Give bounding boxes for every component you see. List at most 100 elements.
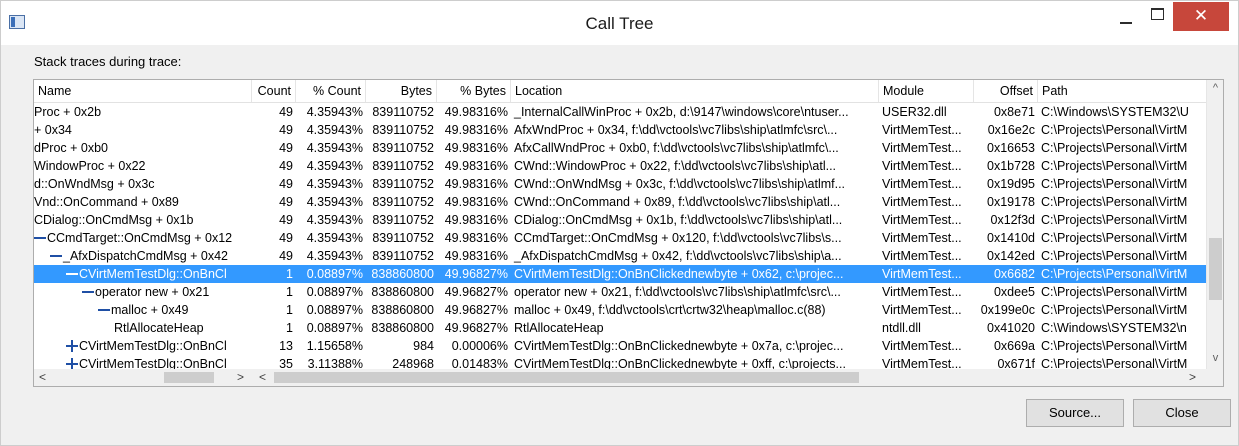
source-button[interactable]: Source... [1026,399,1124,427]
table-row[interactable]: operator new + 0x21 1 0.08897% 838860800 49.… [34,283,1206,301]
module-cell: VirtMemTest... [882,213,962,227]
path-cell: C:\Projects\Personal\VirtM [1041,267,1188,281]
column-header-count[interactable]: Count [252,80,296,102]
bytes-cell: 839110752 [372,159,434,173]
row-name-label: RtlAllocateHeap [114,321,204,335]
expand-icon[interactable] [66,357,78,370]
name-scroll-left-arrow-icon[interactable]: < [34,369,51,386]
collapse-icon[interactable] [82,286,94,298]
module-cell: VirtMemTest... [882,141,962,155]
row-name-label: d::OnWndMsg + 0x3c [34,177,155,191]
grid-scroll-thumb[interactable] [274,372,859,383]
bytes-cell: 839110752 [372,105,434,119]
window-title: Call Tree [585,14,654,33]
name-cell: + 0x34 [34,121,252,139]
table-row[interactable]: d::OnWndMsg + 0x3c 49 4.35943% 839110752 49.… [34,175,1206,193]
module-cell: VirtMemTest... [882,159,962,173]
row-name-label: malloc + 0x49 [111,303,189,317]
name-cell: _AfxDispatchCmdMsg + 0x42 [34,247,252,265]
scroll-down-arrow-icon[interactable]: v [1207,350,1223,367]
name-cell: d::OnWndMsg + 0x3c [34,175,252,193]
column-header-bytes[interactable]: Bytes [366,80,437,102]
pct-bytes-cell: 49.98316% [444,141,508,155]
offset-cell: 0x19d95 [987,177,1035,191]
pct-count-cell: 4.35943% [306,213,363,227]
table-row[interactable]: RtlAllocateHeap 1 0.08897% 838860800 49.9682… [34,319,1206,337]
name-scroll-thumb[interactable] [164,372,214,383]
offset-cell: 0x199e0c [980,303,1035,317]
table-row[interactable]: _AfxDispatchCmdMsg + 0x42 49 4.35943% 83911… [34,247,1206,265]
pct-count-cell: 0.08897% [306,303,363,317]
offset-cell: 0x1b728 [987,159,1035,173]
table-row[interactable]: CVirtMemTestDlg::OnBnCl 13 1.15658% 984 0.00… [34,337,1206,355]
close-window-button[interactable]: ✕ [1173,2,1229,31]
table-row[interactable]: malloc + 0x49 1 0.08897% 838860800 49.96827%… [34,301,1206,319]
count-cell: 49 [279,231,293,245]
module-cell: VirtMemTest... [882,303,962,317]
table-row[interactable]: CDialog::OnCmdMsg + 0x1b 49 4.35943% 839110… [34,211,1206,229]
column-header-path[interactable]: Path [1038,80,1206,102]
table-row[interactable]: Vnd::OnCommand + 0x89 49 4.35943% 839110752… [34,193,1206,211]
maximize-button[interactable] [1144,1,1172,31]
pct-bytes-cell: 49.98316% [444,249,508,263]
collapse-icon[interactable] [50,250,62,262]
grid-scroll-right-arrow-icon[interactable]: > [1184,369,1201,386]
vertical-scroll-thumb[interactable] [1209,238,1222,300]
row-name-label: CVirtMemTestDlg::OnBnCl [79,267,227,281]
table-row[interactable]: WindowProc + 0x22 49 4.35943% 839110752 49.9… [34,157,1206,175]
bytes-cell: 839110752 [372,177,434,191]
pct-bytes-cell: 49.98316% [444,213,508,227]
column-header-pct-bytes[interactable]: % Bytes [437,80,511,102]
count-cell: 49 [279,105,293,119]
location-cell: RtlAllocateHeap [514,321,604,335]
path-cell: C:\Projects\Personal\VirtM [1041,177,1188,191]
pct-bytes-cell: 49.98316% [444,105,508,119]
pct-count-cell: 4.35943% [306,105,363,119]
count-cell: 49 [279,177,293,191]
vertical-scrollbar[interactable]: ^ v [1206,80,1223,369]
location-cell: _InternalCallWinProc + 0x2b, d:\9147\win… [514,105,849,119]
horizontal-scrollbar[interactable]: < > < > [34,369,1223,386]
count-cell: 13 [279,339,293,353]
pct-count-cell: 0.08897% [306,321,363,335]
pct-bytes-cell: 49.98316% [444,195,508,209]
bytes-cell: 838860800 [371,303,434,317]
pct-count-cell: 4.35943% [306,195,363,209]
offset-cell: 0x1410d [987,231,1035,245]
name-scroll-right-arrow-icon[interactable]: > [232,369,249,386]
row-name-label: _AfxDispatchCmdMsg + 0x42 [63,249,229,263]
table-row[interactable]: Proc + 0x2b 49 4.35943% 839110752 49.98316% _… [34,103,1206,121]
offset-cell: 0xdee5 [993,285,1035,299]
table-row[interactable]: CCmdTarget::OnCmdMsg + 0x12 49 4.35943% 839… [34,229,1206,247]
name-cell: operator new + 0x21 [34,283,252,301]
grid-scroll-left-arrow-icon[interactable]: < [254,369,271,386]
table-row[interactable]: dProc + 0xb0 49 4.35943% 839110752 49.98316%… [34,139,1206,157]
collapse-icon[interactable] [34,232,46,244]
close-button[interactable]: Close [1133,399,1231,427]
offset-cell: 0x669a [993,339,1035,353]
collapse-icon[interactable] [66,268,78,280]
column-header-name[interactable]: Name [34,80,252,102]
collapse-icon[interactable] [98,304,110,316]
expand-icon[interactable] [66,339,78,352]
location-cell: CWnd::OnWndMsg + 0x3c, f:\dd\vctools\vc7… [514,177,846,191]
count-cell: 49 [279,141,293,155]
minimize-button[interactable] [1113,1,1141,31]
column-header-location[interactable]: Location [511,80,879,102]
name-cell: CVirtMemTestDlg::OnBnCl [34,337,252,355]
location-cell: _AfxDispatchCmdMsg + 0x42, f:\dd\vctools… [514,249,842,263]
table-row[interactable]: CVirtMemTestDlg::OnBnCl 1 0.08897% 83886080… [34,265,1206,283]
column-header-pct-count[interactable]: % Count [296,80,366,102]
bytes-cell: 838860800 [371,267,434,281]
pct-count-cell: 0.08897% [306,285,363,299]
call-tree-grid[interactable]: Name Count % Count Bytes % Bytes Locatio… [33,79,1224,387]
column-header-module[interactable]: Module [879,80,974,102]
path-cell: C:\Windows\SYSTEM32\n [1041,321,1187,335]
column-header-offset[interactable]: Offset [974,80,1038,102]
pct-count-cell: 4.35943% [306,141,363,155]
scroll-up-arrow-icon[interactable]: ^ [1207,80,1223,97]
table-row[interactable]: + 0x34 49 4.35943% 839110752 49.98316% AfxWnd… [34,121,1206,139]
location-cell: AfxCallWndProc + 0xb0, f:\dd\vctools\vc7… [514,141,839,155]
name-cell: CDialog::OnCmdMsg + 0x1b [34,211,252,229]
name-cell: malloc + 0x49 [34,301,252,319]
